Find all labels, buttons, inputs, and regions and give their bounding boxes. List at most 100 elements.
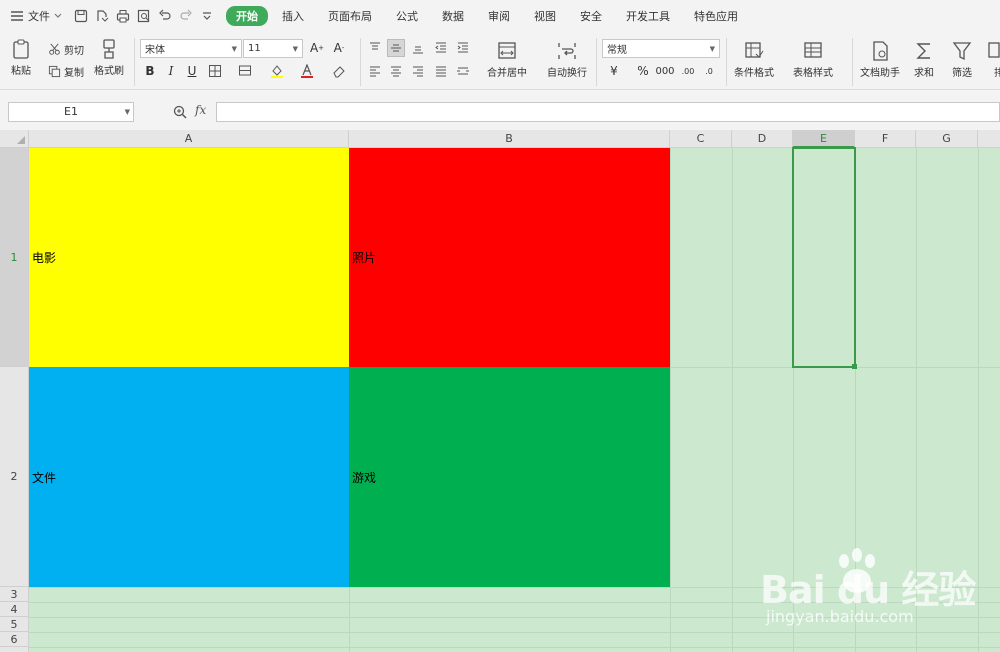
tab-view[interactable]: 视图 xyxy=(524,6,566,26)
name-box[interactable]: E1 ▼ xyxy=(8,102,134,122)
ribbon-divider xyxy=(596,38,597,86)
cut-button[interactable]: 剪切 xyxy=(48,42,84,57)
redo-icon[interactable] xyxy=(177,7,195,25)
row-header-1[interactable]: 1 xyxy=(0,148,29,367)
column-header-d[interactable]: D xyxy=(732,130,793,148)
row-header-7[interactable] xyxy=(0,647,29,652)
align-middle-icon[interactable] xyxy=(387,39,405,57)
decrease-decimal-icon[interactable]: .0 xyxy=(700,62,718,80)
bold-icon[interactable]: B xyxy=(141,62,159,80)
conditional-format-icon xyxy=(745,42,764,58)
underline-icon[interactable]: U xyxy=(183,62,201,80)
cell-b2[interactable]: 游戏 xyxy=(349,367,670,587)
gridline xyxy=(732,148,733,652)
tab-insert[interactable]: 插入 xyxy=(272,6,314,26)
document-helper-button[interactable]: 文档助手 xyxy=(860,40,900,79)
zoom-icon[interactable] xyxy=(172,104,188,120)
column-header-e[interactable]: E xyxy=(793,130,855,148)
tab-security[interactable]: 安全 xyxy=(570,6,612,26)
column-header-g[interactable]: G xyxy=(916,130,978,148)
number-format-select[interactable]: 常规 ▼ xyxy=(602,39,720,58)
row-header-5[interactable]: 5 xyxy=(0,617,29,632)
watermark-url: jingyan.baidu.com xyxy=(766,607,914,626)
increase-decimal-icon[interactable]: .00 xyxy=(679,62,697,80)
row-header-6[interactable]: 6 xyxy=(0,632,29,647)
format-painter-button[interactable]: 格式刷 xyxy=(94,38,124,77)
currency-icon[interactable]: ¥ xyxy=(605,62,623,80)
copy-label: 复制 xyxy=(64,68,84,79)
insert-function-button[interactable]: fx xyxy=(195,103,206,117)
align-top-icon[interactable] xyxy=(366,39,384,57)
increase-font-icon[interactable]: A + xyxy=(308,39,326,57)
tab-home[interactable]: 开始 xyxy=(226,6,268,26)
file-menu-button[interactable]: 文件 xyxy=(10,8,62,24)
increase-indent-icon[interactable] xyxy=(454,39,472,57)
borders-icon[interactable] xyxy=(206,62,224,80)
font-name-select[interactable]: 宋体 ▼ xyxy=(140,39,242,58)
clipboard-icon xyxy=(13,39,29,59)
row-header-4[interactable]: 4 xyxy=(0,602,29,617)
format-painter-label: 格式刷 xyxy=(94,66,124,77)
tab-formulas[interactable]: 公式 xyxy=(386,6,428,26)
column-header-b[interactable]: B xyxy=(349,130,670,148)
selected-cell-e1[interactable] xyxy=(792,147,856,368)
copy-button[interactable]: 复制 xyxy=(48,64,84,79)
select-all-button[interactable] xyxy=(0,130,29,148)
table-style-button[interactable]: 表格样式 xyxy=(793,40,833,79)
decrease-font-icon[interactable]: A- xyxy=(330,39,348,57)
cell-b1[interactable]: 照片 xyxy=(349,148,670,367)
file-menu-label: 文件 xyxy=(28,10,50,23)
align-right-icon[interactable] xyxy=(409,62,427,80)
row-header-2[interactable]: 2 xyxy=(0,367,29,587)
tab-data[interactable]: 数据 xyxy=(432,6,474,26)
justify-icon[interactable] xyxy=(432,62,450,80)
tab-review[interactable]: 审阅 xyxy=(478,6,520,26)
scissors-icon xyxy=(49,43,60,55)
tab-page-layout[interactable]: 页面布局 xyxy=(318,6,382,26)
conditional-format-label: 条件格式 xyxy=(734,68,774,79)
column-header-c[interactable]: C xyxy=(670,130,732,148)
ribbon-divider xyxy=(726,38,727,86)
formula-input[interactable] xyxy=(216,102,1000,122)
paste-button[interactable]: 粘贴 xyxy=(10,38,32,77)
wrap-text-button[interactable]: 自动换行 xyxy=(547,40,587,79)
decrease-indent-icon[interactable] xyxy=(432,39,450,57)
number-format-value: 常规 xyxy=(607,45,627,56)
cell-style-icon[interactable] xyxy=(236,62,254,80)
column-header-f[interactable]: F xyxy=(855,130,916,148)
column-header-a[interactable]: A xyxy=(29,130,349,148)
customize-toolbar-icon[interactable] xyxy=(198,7,216,25)
column-header-h[interactable] xyxy=(978,130,1000,148)
wrap-text-label: 自动换行 xyxy=(547,68,587,79)
print-preview-icon[interactable] xyxy=(135,7,153,25)
distribute-icon[interactable] xyxy=(454,62,472,80)
fill-color-icon[interactable] xyxy=(268,62,286,80)
filter-label: 筛选 xyxy=(952,68,972,79)
tab-special-apps[interactable]: 特色应用 xyxy=(684,6,748,26)
sum-button[interactable]: 求和 xyxy=(913,40,935,79)
percent-icon[interactable]: % xyxy=(634,62,652,80)
cell-a2[interactable]: 文件 xyxy=(29,367,349,587)
filter-button[interactable]: 筛选 xyxy=(951,40,973,79)
fill-handle[interactable] xyxy=(852,364,857,369)
conditional-format-button[interactable]: 条件格式 xyxy=(734,40,774,79)
align-bottom-icon[interactable] xyxy=(409,39,427,57)
row-header-3[interactable]: 3 xyxy=(0,587,29,602)
thousands-separator-icon[interactable]: 000 xyxy=(655,62,674,80)
save-icon[interactable] xyxy=(72,7,90,25)
italic-icon[interactable]: I xyxy=(162,62,180,80)
align-left-icon[interactable] xyxy=(366,62,384,80)
print-icon[interactable] xyxy=(114,7,132,25)
cell-a1[interactable]: 电影 xyxy=(29,148,349,367)
tab-developer[interactable]: 开发工具 xyxy=(616,6,680,26)
export-icon[interactable] xyxy=(93,7,111,25)
wrap-text-icon xyxy=(558,43,576,59)
undo-icon[interactable] xyxy=(156,7,174,25)
sort-button[interactable]: 排 xyxy=(988,40,1000,79)
font-size-select[interactable]: 11 ▼ xyxy=(243,39,303,58)
align-center-icon[interactable] xyxy=(387,62,405,80)
watermark-logo: Bai du 经验 xyxy=(760,568,976,612)
merge-center-button[interactable]: 合并居中 xyxy=(487,40,527,79)
font-color-icon[interactable] xyxy=(298,62,316,80)
eraser-icon[interactable] xyxy=(330,62,348,80)
